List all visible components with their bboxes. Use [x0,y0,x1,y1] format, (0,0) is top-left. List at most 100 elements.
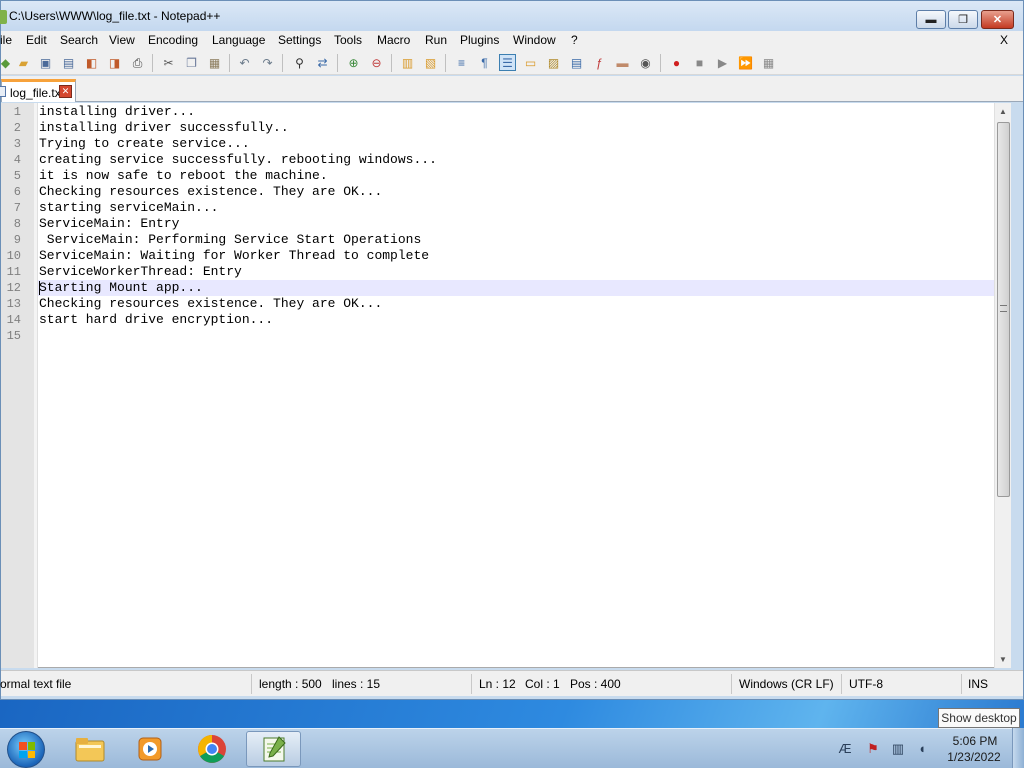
title-bar[interactable]: C:\Users\WWW\log_file.txt - Notepad++ ▬ … [0,1,1023,31]
new-file-icon[interactable]: ◆ [0,54,14,71]
line-number: 2 [13,121,21,135]
monitoring-icon[interactable]: ◉ [637,54,654,71]
menu-file[interactable]: ile [0,33,12,47]
stop-record-icon[interactable]: ■ [691,54,708,71]
code-line[interactable]: installing driver... [39,104,195,120]
close-document-button[interactable]: X [1000,33,1008,47]
status-lines: lines : 15 [332,677,381,691]
menu-settings[interactable]: Settings [278,33,321,47]
udl-icon[interactable]: ▭ [522,54,539,71]
show-desktop-button[interactable] [1012,728,1024,768]
tab-log-file[interactable]: log_file.txt ✕ [0,79,76,102]
menu-encoding[interactable]: Encoding [148,33,198,47]
taskbar-explorer[interactable] [62,731,117,767]
open-file-icon[interactable]: ▰ [15,54,32,71]
close-button[interactable]: ✕ [981,10,1014,29]
code-line[interactable]: it is now safe to reboot the machine. [39,168,328,184]
menu-macro[interactable]: Macro [377,33,410,47]
menu-language[interactable]: Language [212,33,265,47]
text-editor[interactable]: 1 2 3 4 5 6 7 8 9 10 11 12 13 14 15 installing driver.… [1,103,1011,668]
system-tray: Æ ⚑ ▥ ◖ 5:06 PM 1/23/2022 [830,729,1020,768]
sync-horizontal-icon[interactable]: ▧ [422,54,439,71]
folder-workspace-icon[interactable]: ƒ [591,54,608,71]
redo-icon[interactable]: ↷ [259,54,276,71]
code-line[interactable]: ServiceMain: Waiting for Worker Thread t… [39,248,429,264]
clock-time[interactable]: 5:06 PM [950,734,1000,748]
line-number: 12 [6,281,21,295]
save-icon[interactable]: ▣ [37,54,54,71]
scroll-up-icon[interactable]: ▲ [995,103,1011,120]
code-line[interactable]: starting serviceMain... [39,200,218,216]
folder-icon[interactable]: ▬ [614,54,631,71]
clock-date[interactable]: 1/23/2022 [943,750,1005,764]
replace-icon[interactable]: ⇄ [314,54,331,71]
taskbar-media-player[interactable] [122,731,177,767]
tab-close-icon[interactable]: ✕ [59,85,72,98]
action-center-icon[interactable]: ⚑ [865,741,881,757]
status-mode[interactable]: INS [968,677,988,691]
record-macro-icon[interactable]: ● [668,54,685,71]
menu-plugins[interactable]: Plugins [460,33,499,47]
scroll-thumb[interactable] [997,122,1010,497]
code-line[interactable]: creating service successfully. rebooting… [39,152,437,168]
language-bar-icon[interactable]: Æ [837,741,853,757]
menu-help[interactable]: ? [571,33,578,47]
close-all-icon[interactable]: ◨ [106,54,123,71]
function-list-icon[interactable]: ▤ [568,54,585,71]
status-bar: ormal text file length : 500 lines : 15 … [0,670,1023,696]
print-icon[interactable]: ⎙ [129,54,146,71]
code-line[interactable]: ServiceMain: Entry [39,216,179,232]
status-length: length : 500 [259,677,322,691]
indent-guide-icon[interactable]: ☰ [499,54,516,71]
status-pos: Pos : 400 [570,677,621,691]
status-encoding[interactable]: UTF-8 [849,677,883,691]
start-button[interactable] [7,731,45,768]
maximize-icon: ❐ [958,14,968,26]
minimize-button[interactable]: ▬ [916,10,946,29]
paste-icon[interactable]: ▦ [206,54,223,71]
code-line[interactable]: ServiceMain: Performing Service Start Op… [39,232,421,248]
code-line[interactable]: ServiceWorkerThread: Entry [39,264,242,280]
play-macro-icon[interactable]: ▶ [714,54,731,71]
volume-icon[interactable]: ◖ [914,741,930,757]
menu-search[interactable]: Search [60,33,98,47]
menu-bar: ile Edit Search View Encoding Language S… [0,31,1023,50]
code-line[interactable]: Checking resources existence. They are O… [39,184,382,200]
menu-edit[interactable]: Edit [26,33,47,47]
vertical-scrollbar[interactable]: ▲ ▼ [994,103,1011,668]
zoom-out-icon[interactable]: ⊖ [368,54,385,71]
show-desktop-tooltip: Show desktop [938,708,1020,728]
save-all-icon[interactable]: ▤ [60,54,77,71]
code-line[interactable]: Starting Mount app... [39,280,203,296]
sync-vertical-icon[interactable]: ▥ [399,54,416,71]
close-icon[interactable]: ◧ [83,54,100,71]
network-icon[interactable]: ▥ [890,741,906,757]
undo-icon[interactable]: ↶ [236,54,253,71]
word-wrap-icon[interactable]: ≡ [453,54,470,71]
notepad-plus-plus-icon [263,736,286,762]
text-caret [39,281,40,295]
code-line[interactable]: start hard drive encryption... [39,312,273,328]
maximize-button[interactable]: ❐ [948,10,978,29]
taskbar-notepad-plus-plus[interactable] [246,731,301,767]
find-icon[interactable]: ⚲ [291,54,308,71]
menu-window[interactable]: Window [513,33,556,47]
save-macro-icon[interactable]: ▦ [760,54,777,71]
line-number-gutter: 1 2 3 4 5 6 7 8 9 10 11 12 13 14 15 [1,103,34,668]
notepad-plus-plus-icon [0,10,7,24]
scroll-down-icon[interactable]: ▼ [995,651,1011,668]
code-line[interactable]: Trying to create service... [39,136,250,152]
show-all-chars-icon[interactable]: ¶ [476,54,493,71]
menu-tools[interactable]: Tools [334,33,362,47]
doc-map-icon[interactable]: ▨ [545,54,562,71]
zoom-in-icon[interactable]: ⊕ [345,54,362,71]
menu-view[interactable]: View [109,33,135,47]
taskbar-chrome[interactable] [184,731,239,767]
run-macro-multiple-icon[interactable]: ⏩ [737,54,754,71]
code-line[interactable]: installing driver successfully.. [39,120,289,136]
menu-run[interactable]: Run [425,33,447,47]
copy-icon[interactable]: ❐ [183,54,200,71]
code-line[interactable]: Checking resources existence. They are O… [39,296,382,312]
cut-icon[interactable]: ✂ [160,54,177,71]
status-eol[interactable]: Windows (CR LF) [739,677,834,691]
